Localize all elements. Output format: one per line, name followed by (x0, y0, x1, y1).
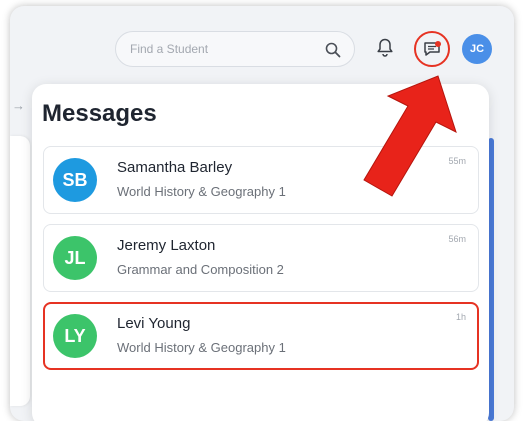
avatar: SB (53, 158, 97, 202)
course-name: World History & Geography 1 (117, 340, 286, 355)
avatar: LY (53, 314, 97, 358)
arrow-right-icon[interactable]: → (12, 98, 25, 113)
user-avatar[interactable]: JC (462, 34, 492, 64)
left-side-panel (10, 136, 30, 406)
sender-name: Samantha Barley (117, 159, 233, 176)
message-item-selected[interactable]: LY Levi Young World History & Geography … (43, 302, 479, 370)
app-frame: JC → Messages SB Samantha Barley World H… (10, 6, 514, 421)
search-icon[interactable] (324, 41, 342, 59)
sender-name: Levi Young (117, 315, 191, 332)
avatar: JL (53, 236, 97, 280)
sender-name: Jeremy Laxton (117, 237, 216, 254)
red-arrow-pointer (363, 75, 457, 197)
message-time: 1h (455, 312, 466, 322)
unread-dot (435, 41, 441, 47)
panel-title: Messages (42, 100, 157, 127)
message-time: 56m (448, 234, 466, 244)
message-item[interactable]: JL Jeremy Laxton Grammar and Composition… (43, 224, 479, 292)
search-input[interactable] (130, 40, 320, 58)
course-name: Grammar and Composition 2 (117, 262, 284, 277)
bell-icon[interactable] (373, 36, 397, 60)
student-search[interactable] (115, 31, 355, 67)
course-name: World History & Geography 1 (117, 184, 286, 199)
messages-button[interactable] (414, 31, 450, 67)
